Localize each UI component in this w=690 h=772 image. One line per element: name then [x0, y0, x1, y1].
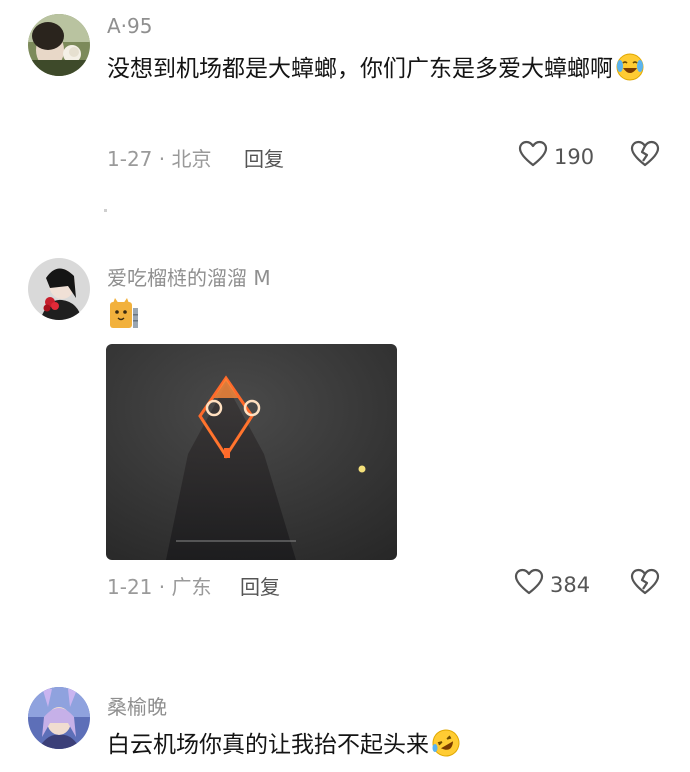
comment-text-body: 白云机场你真的让我抬不起头来	[107, 732, 429, 758]
divider-dot	[104, 209, 107, 212]
heart-outline-icon	[518, 140, 548, 173]
avatar[interactable]	[28, 14, 90, 76]
attached-photo[interactable]	[106, 344, 397, 560]
like-button[interactable]: 190	[518, 140, 594, 173]
avatar[interactable]	[28, 258, 90, 320]
cat-sticker	[110, 298, 140, 334]
comment-text-body: 没想到机场都是大蟑螂，你们广东是多爱大蟑螂啊	[107, 56, 613, 82]
broken-heart-icon[interactable]	[630, 568, 660, 600]
rofl-emoji	[431, 728, 461, 772]
username[interactable]: A·95	[107, 14, 153, 38]
like-count: 384	[550, 572, 591, 597]
comment-text: 没想到机场都是大蟑螂，你们广东是多爱大蟑螂啊	[107, 48, 667, 96]
heart-outline-icon	[514, 568, 544, 601]
comment-date-location: 1-27 · 北京	[107, 147, 212, 171]
avatar[interactable]	[28, 687, 90, 749]
comment-date-location: 1-21 · 广东	[107, 575, 212, 599]
comment-text: 白云机场你真的让我抬不起头来	[107, 724, 667, 772]
username[interactable]: 桑榆晚	[107, 691, 167, 720]
reply-button[interactable]: 回复	[244, 143, 284, 172]
crying-laughing-emoji	[615, 52, 645, 96]
broken-heart-icon[interactable]	[630, 140, 660, 172]
like-count: 190	[554, 144, 595, 169]
reply-button[interactable]: 回复	[240, 571, 280, 600]
username[interactable]: 爱吃榴梿的溜溜 M	[107, 262, 271, 291]
like-button[interactable]: 384	[514, 568, 590, 601]
